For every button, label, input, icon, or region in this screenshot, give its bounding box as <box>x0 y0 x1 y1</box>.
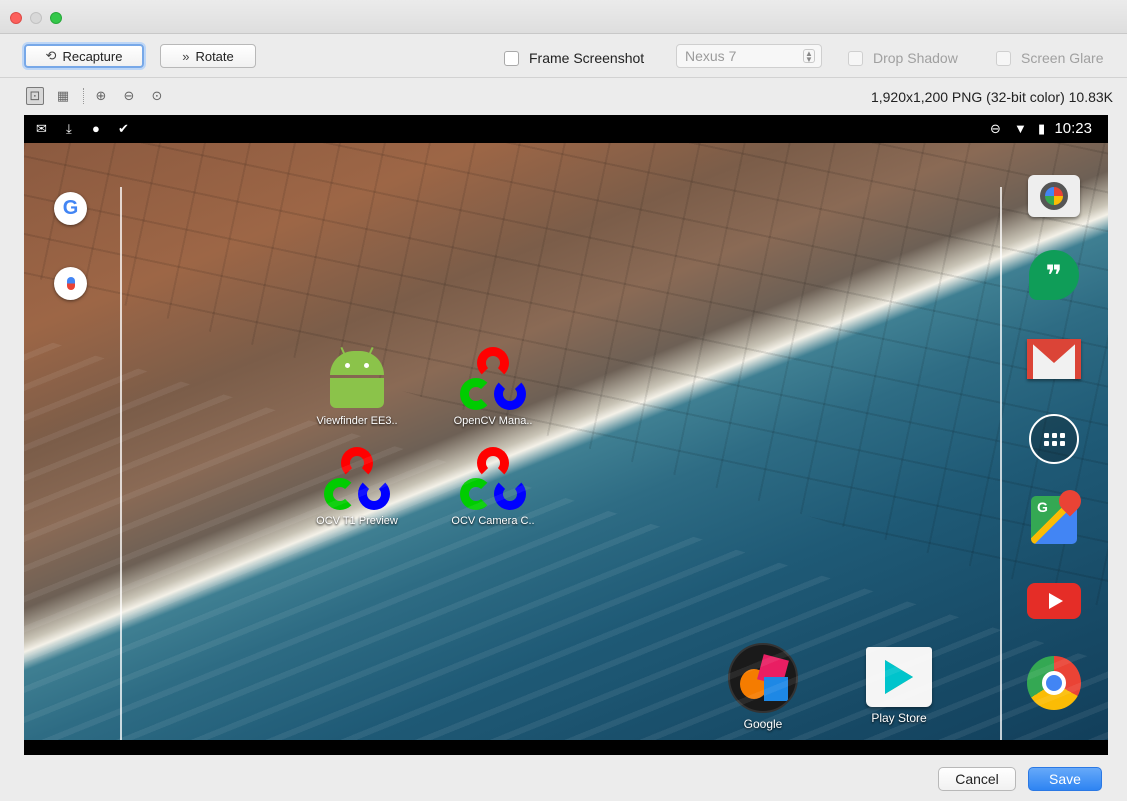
app-label: Play Store <box>871 711 927 725</box>
google-folder-icon <box>728 643 798 713</box>
chrome-icon[interactable] <box>1026 655 1082 711</box>
select-arrows-icon: ▲ ▼ <box>803 49 815 64</box>
gmail-icon[interactable] <box>1026 331 1082 387</box>
android-app-icon <box>328 346 386 409</box>
drop-shadow-box[interactable] <box>848 50 863 66</box>
frame-screenshot-box[interactable] <box>504 50 519 66</box>
fit-icon[interactable]: ⊡ <box>26 87 44 105</box>
device-select-value: Nexus 7 <box>685 48 737 64</box>
recapture-icon: ⟲ <box>45 48 57 63</box>
battery-icon: ▮ <box>1038 120 1046 136</box>
app-drawer-icon[interactable] <box>1026 411 1082 467</box>
opencv-icon <box>460 347 526 413</box>
app-label: Viewfinder EE3.. <box>316 415 398 427</box>
app-ocv-t1-preview[interactable]: OCV T1 Preview <box>297 447 417 527</box>
toolbar-separator <box>83 88 84 104</box>
right-divider <box>1000 187 1002 753</box>
youtube-icon[interactable] <box>1026 573 1082 629</box>
opencv-icon <box>324 447 390 513</box>
screen-glare-checkbox[interactable]: Screen Glare <box>996 50 1103 66</box>
rotate-label: Rotate <box>195 48 234 64</box>
app-ocv-camera[interactable]: OCV Camera C.. <box>433 447 553 527</box>
download-icon: ⤓ <box>66 120 72 136</box>
recapture-label: Recapture <box>62 48 123 64</box>
gmail-notification-icon: ✉ <box>36 120 47 136</box>
recapture-button[interactable]: ⟲ Recapture <box>24 44 144 68</box>
minimize-window-button[interactable] <box>30 12 42 24</box>
drop-shadow-checkbox[interactable]: Drop Shadow <box>848 50 958 66</box>
view-toolbar: ⊡ ▦ ⊕ ⊖ ⊙ 1,920x1,200 PNG (32-bit color)… <box>0 79 1127 113</box>
android-nav-bar <box>24 740 1108 755</box>
window-titlebar <box>0 0 1127 34</box>
screen-glare-box[interactable] <box>996 50 1011 66</box>
screen-glare-label: Screen Glare <box>1021 50 1104 66</box>
app-label: OCV T1 Preview <box>316 515 398 527</box>
android-status-bar: ✉ ⤓ ● ✔ ⊖ ▼ ▮ 10:23 <box>24 115 1108 143</box>
save-button[interactable]: Save <box>1028 767 1102 791</box>
wifi-icon: ▼ <box>1014 121 1027 136</box>
do-not-disturb-icon: ⊖ <box>990 120 1001 136</box>
device-select[interactable]: Nexus 7 ▲ ▼ <box>676 44 822 68</box>
frame-screenshot-label: Frame Screenshot <box>529 50 645 66</box>
zoom-out-icon[interactable]: ⊖ <box>120 87 138 105</box>
opencv-icon <box>460 447 526 513</box>
play-store-app[interactable]: Play Store <box>844 647 954 725</box>
status-time: 10:23 <box>1054 120 1092 137</box>
left-divider <box>120 187 122 753</box>
android-notification-icon: ● <box>92 121 100 136</box>
app-label: OCV Camera C.. <box>451 515 535 527</box>
close-window-button[interactable] <box>10 12 22 24</box>
app-label: Google <box>743 717 783 731</box>
voice-search-icon[interactable] <box>54 267 87 300</box>
app-label: OpenCV Mana.. <box>453 415 533 427</box>
hangouts-icon[interactable]: ❞ <box>1026 247 1082 303</box>
maximize-window-button[interactable] <box>50 12 62 24</box>
zoom-in-icon[interactable]: ⊕ <box>92 87 110 105</box>
frame-screenshot-checkbox[interactable]: Frame Screenshot <box>504 50 644 66</box>
image-info: 1,920x1,200 PNG (32-bit color) 10.83K <box>870 89 1113 105</box>
actual-size-icon[interactable]: ▦ <box>54 87 72 105</box>
maps-icon[interactable]: G <box>1026 485 1086 548</box>
rotate-icon: » <box>182 48 190 64</box>
app-viewfinder[interactable]: Viewfinder EE3.. <box>297 346 417 427</box>
wallpaper: G Viewfinder EE3.. OpenCV Mana.. OCV T1 … <box>24 143 1108 753</box>
device-screenshot: ✉ ⤓ ● ✔ ⊖ ▼ ▮ 10:23 G Viewfinder EE3.. O… <box>24 115 1108 755</box>
google-search-icon[interactable]: G <box>54 192 87 225</box>
drop-shadow-label: Drop Shadow <box>873 50 958 66</box>
rotate-button[interactable]: » Rotate <box>160 44 256 68</box>
google-folder[interactable]: Google <box>708 643 818 731</box>
clipboard-icon: ✔ <box>118 120 129 136</box>
play-store-icon <box>866 647 932 707</box>
toolbar: ⟲ Recapture » Rotate Frame Screenshot Ne… <box>0 34 1127 78</box>
zoom-actual-icon[interactable]: ⊙ <box>148 87 166 105</box>
camera-app-icon[interactable] <box>1026 168 1082 224</box>
app-opencv-manager[interactable]: OpenCV Mana.. <box>433 347 553 427</box>
cancel-button[interactable]: Cancel <box>938 767 1016 791</box>
